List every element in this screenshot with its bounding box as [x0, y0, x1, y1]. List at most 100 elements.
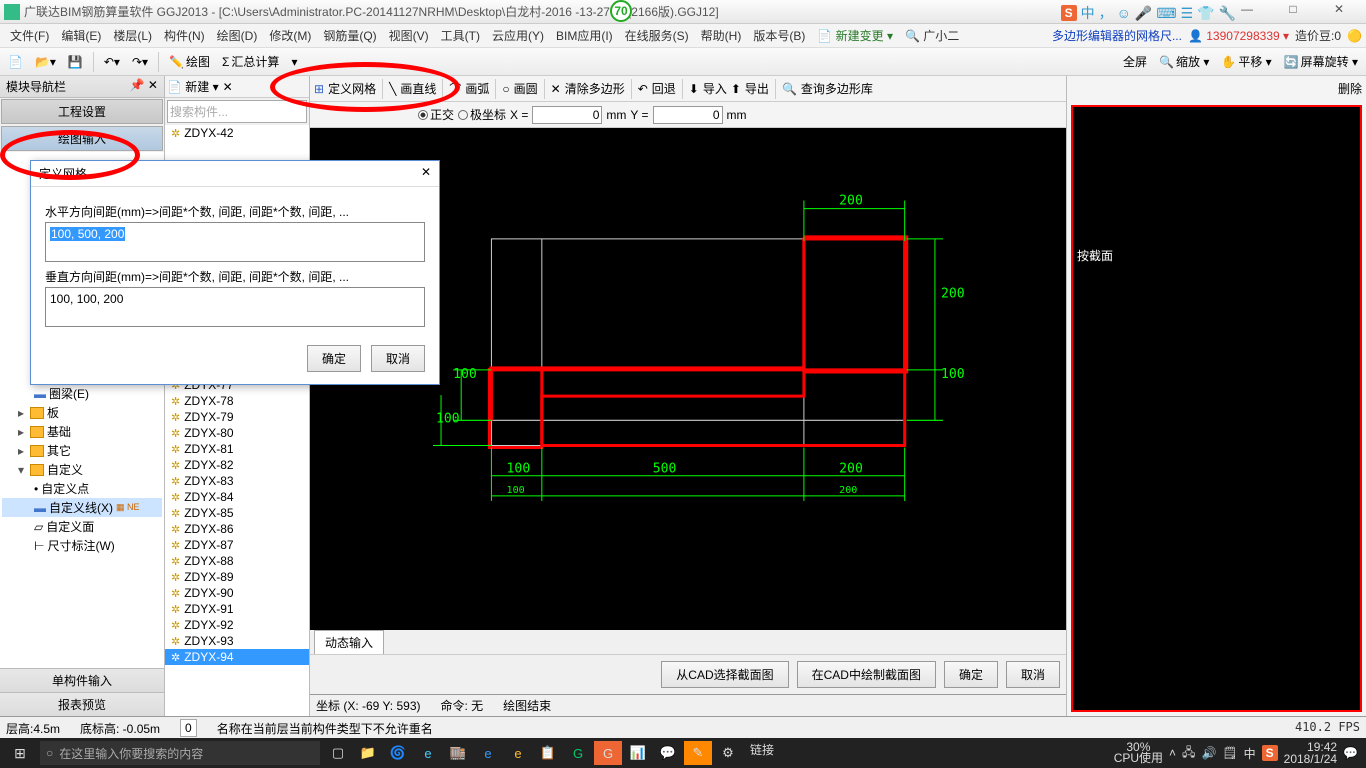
v-spacing-input[interactable]: 100, 100, 200 — [45, 287, 425, 327]
list-item[interactable]: ✲ZDYX-89 — [165, 569, 309, 585]
h-spacing-input[interactable]: 100, 500, 200 — [45, 222, 425, 262]
menu-online[interactable]: 在线服务(S) — [619, 27, 695, 44]
undo-icon[interactable]: ↶ — [638, 82, 648, 96]
task-icon[interactable]: e — [504, 741, 532, 765]
tray-icon[interactable]: 🔊 — [1201, 746, 1216, 760]
task-icon[interactable]: ▢ — [324, 741, 352, 765]
task-icon[interactable]: 📋 — [534, 741, 562, 765]
tree-item[interactable]: ▸其它 — [2, 441, 162, 460]
dynamic-input-tab[interactable]: 动态输入 — [314, 630, 384, 654]
fullscreen-button[interactable]: 全屏 — [1119, 53, 1151, 70]
comp-new-button[interactable]: 📄 新建 ▾ — [167, 78, 219, 95]
redo-button[interactable]: ↷▾ — [128, 55, 152, 69]
comp-delete-button[interactable]: ✕ — [223, 80, 233, 94]
clear-icon[interactable]: ✕ — [551, 82, 561, 96]
tray-clock[interactable]: 19:422018/1/24 — [1284, 741, 1337, 765]
zoom-button[interactable]: 🔍 缩放 ▾ — [1155, 53, 1213, 70]
list-item[interactable]: ✲ZDYX-82 — [165, 457, 309, 473]
tray-icon[interactable]: 🗒 — [1222, 746, 1237, 760]
ime-tool-icon[interactable]: 🔧 — [1219, 5, 1236, 22]
task-icon[interactable]: 📁 — [354, 741, 382, 765]
poly-hint[interactable]: 多边形编辑器的网格尺... — [1052, 27, 1182, 44]
grid-icon[interactable]: ⊞ — [314, 82, 324, 96]
from-cad-button[interactable]: 从CAD选择截面图 — [661, 661, 788, 688]
menu-draw[interactable]: 绘图(D) — [211, 27, 264, 44]
nav-single-input[interactable]: 单构件输入 — [0, 668, 164, 692]
undo-button[interactable]: ↶▾ — [100, 55, 124, 69]
ime-kbd-icon[interactable]: ⌨ — [1156, 5, 1176, 22]
tray-s-icon[interactable]: S — [1262, 745, 1278, 761]
menu-bim[interactable]: BIM应用(I) — [550, 27, 619, 44]
undo-poly-button[interactable]: 回退 — [652, 80, 676, 97]
tree-item[interactable]: ▸基础 — [2, 422, 162, 441]
export-button[interactable]: 导出 — [745, 80, 769, 97]
tree-item[interactable]: ▱自定义面 — [2, 517, 162, 536]
cancel-button[interactable]: 取消 — [1006, 661, 1060, 688]
draw-in-cad-button[interactable]: 在CAD中绘制截面图 — [797, 661, 936, 688]
rotate-button[interactable]: 🔄 屏幕旋转 ▾ — [1280, 53, 1362, 70]
menu-edit[interactable]: 编辑(E) — [55, 27, 107, 44]
comp-search-input[interactable]: 搜索构件... — [167, 100, 307, 123]
user-phone[interactable]: 👤 13907298339 ▾ — [1188, 29, 1289, 43]
task-icon[interactable]: G — [594, 741, 622, 765]
import-icon[interactable]: ⬇ — [689, 82, 699, 96]
line-icon[interactable]: ╲ — [389, 82, 396, 96]
ime-face-icon[interactable]: ☺ — [1117, 5, 1131, 21]
task-icon[interactable]: G — [564, 741, 592, 765]
task-link[interactable]: 链接 — [744, 741, 780, 765]
menu-view[interactable]: 视图(V) — [383, 27, 435, 44]
dialog-ok-button[interactable]: 确定 — [307, 345, 361, 372]
menu-modify[interactable]: 修改(M) — [263, 27, 317, 44]
task-icon[interactable]: 🌀 — [384, 741, 412, 765]
list-item[interactable]: ✲ZDYX-88 — [165, 553, 309, 569]
new-change-button[interactable]: 📄 新建变更 ▾ — [811, 27, 899, 44]
tree-item[interactable]: ▾自定义 — [2, 460, 162, 479]
open-file-button[interactable]: 📂▾ — [31, 55, 60, 69]
task-icon[interactable]: 🏬 — [444, 741, 472, 765]
tree-item[interactable]: ▬圈梁(E) — [2, 384, 162, 403]
dialog-cancel-button[interactable]: 取消 — [371, 345, 425, 372]
ime-mic-icon[interactable]: 🎤 — [1135, 5, 1152, 22]
tree-item[interactable]: ⊢尺寸标注(W) — [2, 536, 162, 555]
menu-tools[interactable]: 工具(T) — [435, 27, 486, 44]
tree-item[interactable]: •自定义点 — [2, 479, 162, 498]
arc-icon[interactable]: ⌒ — [449, 80, 461, 97]
list-item[interactable]: ✲ZDYX-93 — [165, 633, 309, 649]
list-item[interactable]: ✲ZDYX-91 — [165, 601, 309, 617]
list-item[interactable]: ✲ZDYX-78 — [165, 393, 309, 409]
dialog-close-button[interactable]: ✕ — [421, 165, 431, 182]
menu-version[interactable]: 版本号(B) — [747, 27, 811, 44]
list-item[interactable]: ✲ZDYX-83 — [165, 473, 309, 489]
task-icon[interactable]: 📊 — [624, 741, 652, 765]
clear-poly-button[interactable]: 清除多边形 — [565, 80, 625, 97]
list-item[interactable]: ✲ZDYX-87 — [165, 537, 309, 553]
ortho-radio[interactable]: 正交 — [418, 106, 454, 123]
list-item[interactable]: ✲ZDYX-79 — [165, 409, 309, 425]
x-input[interactable] — [532, 106, 602, 124]
ime-skin-icon[interactable]: 👕 — [1197, 5, 1214, 22]
pan-button[interactable]: ✋ 平移 ▾ — [1217, 53, 1275, 70]
more-button[interactable]: ▾ — [287, 55, 301, 69]
ime-cn[interactable]: 中 — [1081, 3, 1095, 23]
menu-rebar[interactable]: 钢筋量(Q) — [317, 27, 382, 44]
tree-item-selected[interactable]: ▬自定义线(X)▦ NE — [2, 498, 162, 517]
nav-header-draw[interactable]: 绘图输入 — [1, 126, 163, 151]
list-item[interactable]: ✲ZDYX-84 — [165, 489, 309, 505]
task-icon[interactable]: ✎ — [684, 741, 712, 765]
ime-s-icon[interactable]: S — [1061, 5, 1077, 21]
taskbar[interactable]: ⊞ ○ 在这里输入你要搜索的内容 ▢ 📁 🌀 e 🏬 e e 📋 G G 📊 💬… — [0, 738, 1366, 768]
list-item[interactable]: ✲ZDYX-86 — [165, 521, 309, 537]
ok-button[interactable]: 确定 — [944, 661, 998, 688]
sum-button[interactable]: Σ 汇总计算 — [218, 53, 283, 70]
query-icon[interactable]: 🔍 — [782, 82, 797, 96]
nav-header-engineering[interactable]: 工程设置 — [1, 99, 163, 124]
list-item[interactable]: ✲ZDYX-90 — [165, 585, 309, 601]
export-icon[interactable]: ⬆ — [731, 82, 741, 96]
polar-radio[interactable]: 极坐标 — [458, 106, 506, 123]
tray-icon[interactable]: 🖧 — [1182, 743, 1195, 764]
maximize-button[interactable]: □ — [1270, 2, 1316, 22]
pin-icon[interactable]: 📌 ✕ — [130, 78, 158, 95]
draw-circle-button[interactable]: 画圆 — [514, 80, 538, 97]
ime-menu-icon[interactable]: ☰ — [1181, 5, 1194, 22]
list-item-selected[interactable]: ✲ZDYX-94 — [165, 649, 309, 665]
